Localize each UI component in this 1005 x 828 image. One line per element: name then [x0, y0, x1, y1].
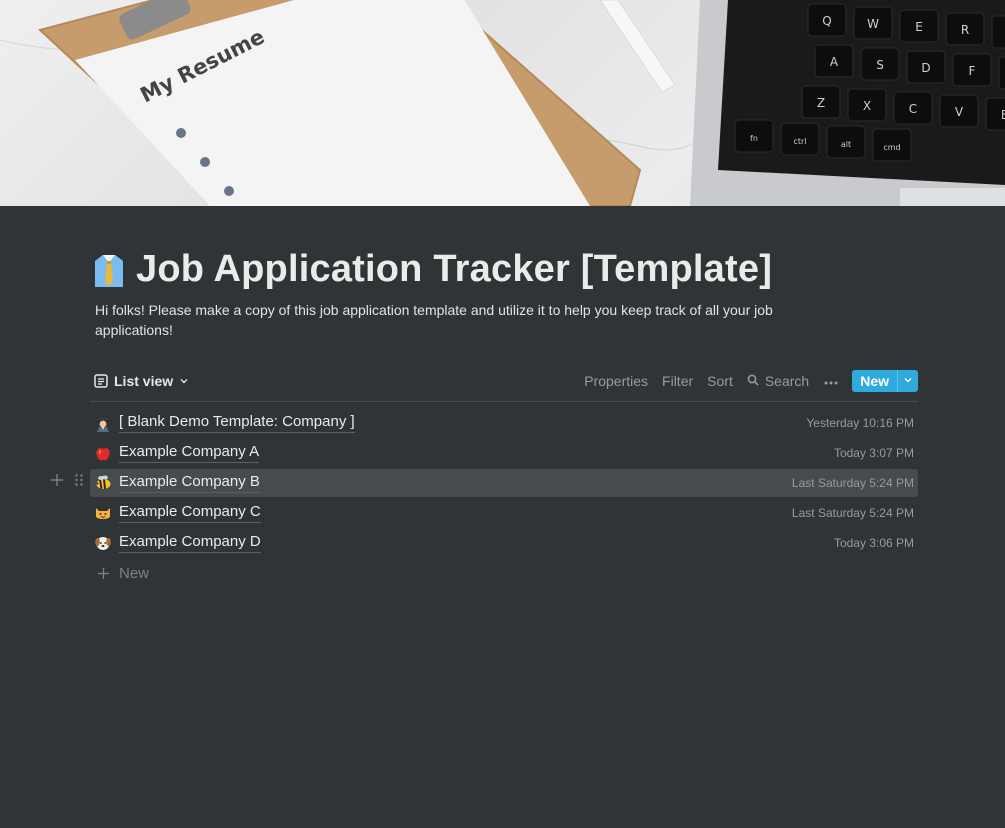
keyboard-key-label: D: [921, 61, 930, 75]
keyboard-key: [991, 15, 1005, 49]
apple-icon: [92, 442, 114, 464]
sort-button[interactable]: Sort: [700, 369, 740, 393]
bee-icon: [92, 472, 114, 494]
more-options-button[interactable]: [816, 368, 846, 394]
search-button[interactable]: Search: [740, 369, 816, 393]
properties-button[interactable]: Properties: [577, 369, 655, 393]
item-date: Today 3:07 PM: [833, 446, 914, 460]
new-row-label: New: [119, 564, 150, 582]
new-button-group: New: [852, 370, 918, 392]
list-item[interactable]: Example Company D Today 3:06 PM: [90, 529, 918, 557]
keyboard-key-label: fn: [750, 134, 758, 143]
cat-face-icon: [92, 502, 114, 524]
item-name: Example Company C: [119, 503, 261, 523]
item-name: Example Company A: [119, 443, 260, 463]
item-name: [ Blank Demo Template: Company ]: [119, 413, 355, 433]
new-dropdown-button[interactable]: [897, 370, 918, 392]
item-date: Today 3:06 PM: [833, 536, 914, 550]
item-name: Example Company D: [119, 533, 261, 553]
database-toolbar: List view Properties Filter Sort Search: [90, 366, 918, 396]
page-title[interactable]: Job Application Tracker [Template]: [136, 248, 772, 291]
keyboard-key-label: Q: [822, 14, 831, 28]
keyboard-key-label: C: [909, 102, 917, 116]
drag-handle-icon[interactable]: [74, 473, 84, 492]
item-date: Last Saturday 5:24 PM: [791, 506, 914, 520]
item-date: Yesterday 10:16 PM: [806, 416, 914, 430]
cover-image: My Resume QWERTASDFGZXCVBfnctrlaltcmd: [0, 0, 1005, 206]
toolbar-divider: [90, 401, 918, 402]
keyboard-key-label: W: [867, 17, 879, 31]
list-item[interactable]: Example Company A Today 3:07 PM: [90, 439, 918, 467]
list-item[interactable]: [ Blank Demo Template: Company ] Yesterd…: [90, 409, 918, 437]
filter-button[interactable]: Filter: [655, 369, 700, 393]
keyboard-key-label: F: [969, 64, 976, 78]
keyboard-key-label: R: [961, 23, 969, 37]
row-handles: [50, 473, 84, 492]
item-date: Last Saturday 5:24 PM: [791, 476, 914, 490]
chevron-down-icon: [903, 372, 913, 390]
list-item[interactable]: Example Company B Last Saturday 5:24 PM: [51, 469, 918, 497]
keyboard-key-label: B: [1001, 108, 1005, 122]
ellipsis-icon: [824, 372, 838, 390]
keyboard-key-label: alt: [841, 140, 851, 149]
new-button[interactable]: New: [852, 370, 897, 392]
keyboard-key-label: A: [830, 55, 839, 69]
keyboard-key-label: V: [955, 105, 964, 119]
plus-icon: [92, 567, 114, 580]
keyboard-key-label: Z: [817, 96, 825, 110]
clipboard-illustration: My Resume: [37, 0, 642, 206]
keyboard-key-label: ctrl: [793, 137, 806, 146]
search-label: Search: [764, 373, 810, 389]
keyboard-key-label: E: [915, 20, 923, 34]
keyboard-key-label: S: [876, 58, 884, 72]
search-icon: [747, 373, 759, 389]
list-view-switch[interactable]: List view: [90, 371, 193, 391]
keyboard-key-label: X: [863, 99, 871, 113]
chevron-down-icon: [179, 376, 189, 386]
keyboard-key: [998, 56, 1005, 90]
list-item[interactable]: Example Company C Last Saturday 5:24 PM: [90, 499, 918, 527]
list-view-icon: [94, 374, 108, 388]
keyboard-key-label: cmd: [883, 143, 900, 152]
dog-face-icon: [92, 532, 114, 554]
add-new-row[interactable]: New: [90, 559, 918, 587]
detective-icon: [92, 412, 114, 434]
necktie-shirt-icon[interactable]: [92, 251, 126, 289]
list-view-label: List view: [114, 373, 174, 389]
page-description[interactable]: Hi folks! Please make a copy of this job…: [95, 300, 795, 340]
item-name: Example Company B: [119, 473, 260, 493]
add-row-icon[interactable]: [50, 473, 64, 492]
item-list: [ Blank Demo Template: Company ] Yesterd…: [51, 409, 918, 587]
